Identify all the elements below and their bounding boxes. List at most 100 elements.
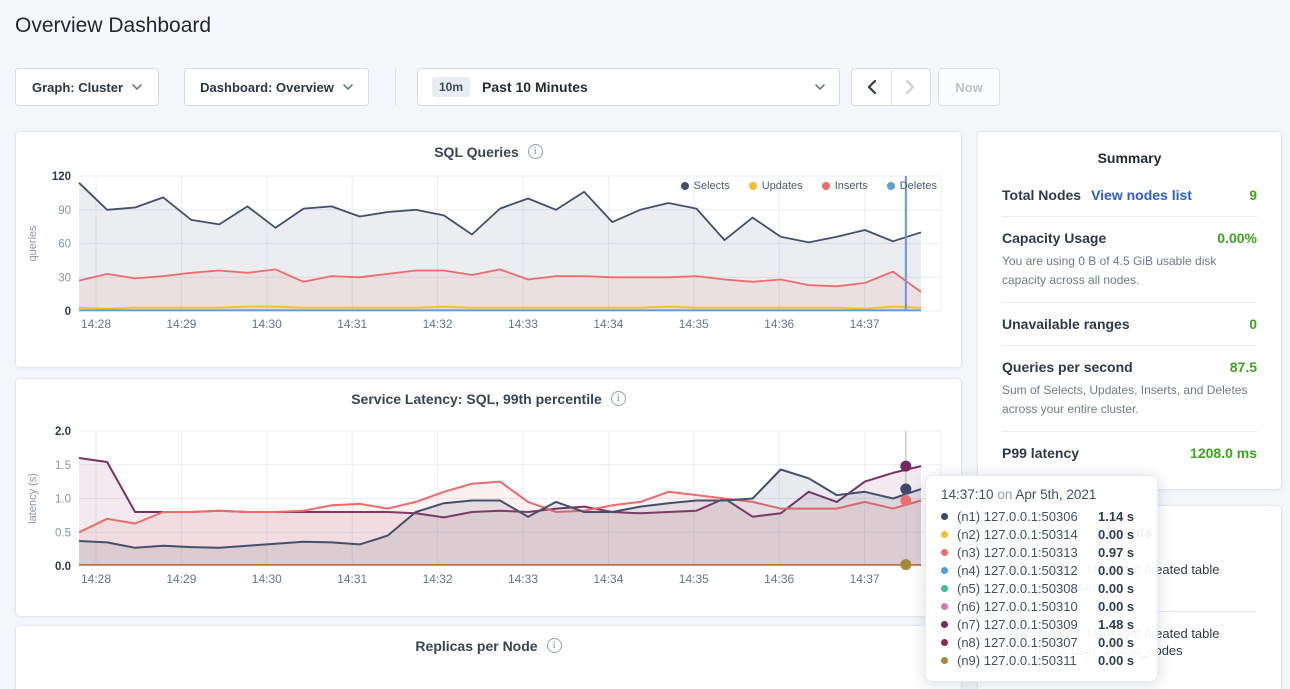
chevron-right-icon xyxy=(906,80,915,94)
summary-value: 9 xyxy=(1249,187,1257,203)
node-color-dot-icon xyxy=(941,531,948,538)
chevron-down-icon xyxy=(343,84,353,90)
tooltip-node-value: 0.97 s xyxy=(1098,545,1134,560)
svg-text:14:37: 14:37 xyxy=(850,317,880,331)
tooltip-node-label: (n5) 127.0.0.1:50308 xyxy=(957,581,1098,596)
svg-text:14:28: 14:28 xyxy=(81,572,111,586)
legend-dot-icon xyxy=(887,182,895,190)
tooltip-row: (n3) 127.0.0.1:50313 0.97 s xyxy=(941,543,1142,561)
svg-text:90: 90 xyxy=(58,205,71,217)
time-range-badge: 10m xyxy=(432,77,470,97)
tooltip-node-label: (n6) 127.0.0.1:50310 xyxy=(957,599,1098,614)
node-color-dot-icon xyxy=(941,639,948,646)
tooltip-on: on xyxy=(997,487,1012,502)
chart-title: Replicas per Node xyxy=(415,638,537,654)
info-icon[interactable]: i xyxy=(528,144,543,159)
chart-legend: Selects Updates Inserts Deletes xyxy=(681,180,937,192)
svg-text:14:29: 14:29 xyxy=(166,572,196,586)
tooltip-node-value: 1.48 s xyxy=(1098,617,1134,632)
legend-item: Selects xyxy=(681,180,730,192)
node-color-dot-icon xyxy=(941,603,948,610)
svg-text:60: 60 xyxy=(58,239,71,251)
tooltip-node-value: 0.00 s xyxy=(1098,581,1134,596)
now-button-disabled[interactable]: Now xyxy=(938,68,1000,106)
svg-text:1.5: 1.5 xyxy=(55,460,71,472)
legend-dot-icon xyxy=(681,182,689,190)
legend-dot-icon xyxy=(822,182,830,190)
tooltip-time: 14:37:10 xyxy=(941,487,994,502)
graph-dropdown[interactable]: Graph: Cluster xyxy=(15,68,159,106)
tooltip-row: (n9) 127.0.0.1:50311 0.00 s xyxy=(941,651,1142,669)
svg-text:14:31: 14:31 xyxy=(337,317,367,331)
legend-item: Inserts xyxy=(822,180,868,192)
svg-text:120: 120 xyxy=(52,171,71,183)
tooltip-node-value: 0.00 s xyxy=(1098,653,1134,668)
svg-text:14:32: 14:32 xyxy=(423,572,453,586)
service-latency-chart[interactable]: 0.00.51.01.52.014:2814:2914:3014:3114:32… xyxy=(16,419,963,599)
info-icon[interactable]: i xyxy=(611,391,626,406)
svg-text:14:37: 14:37 xyxy=(850,572,880,586)
tooltip-row: (n2) 127.0.0.1:50314 0.00 s xyxy=(941,525,1142,543)
svg-text:14:34: 14:34 xyxy=(593,572,623,586)
summary-title: Summary xyxy=(1002,132,1257,174)
node-color-dot-icon xyxy=(941,585,948,592)
svg-text:14:34: 14:34 xyxy=(593,317,623,331)
tooltip-date: Apr 5th, 2021 xyxy=(1015,487,1096,502)
chevron-down-icon xyxy=(815,84,825,90)
svg-text:14:31: 14:31 xyxy=(337,572,367,586)
graph-dropdown-label: Graph: Cluster xyxy=(32,80,123,95)
summary-label: Queries per second xyxy=(1002,359,1133,375)
node-color-dot-icon xyxy=(941,657,948,664)
tooltip-node-label: (n4) 127.0.0.1:50312 xyxy=(957,563,1098,578)
legend-label: Updates xyxy=(762,180,803,192)
tooltip-node-value: 0.00 s xyxy=(1098,635,1134,650)
svg-text:0.0: 0.0 xyxy=(55,561,71,573)
replicas-per-node-card: Replicas per Node i xyxy=(15,625,962,689)
time-back-button[interactable] xyxy=(852,69,891,105)
svg-text:14:28: 14:28 xyxy=(81,317,111,331)
chart-title: Service Latency: SQL, 99th percentile xyxy=(351,391,602,407)
time-range-dropdown[interactable]: 10m Past 10 Minutes xyxy=(417,68,840,106)
summary-description: Sum of Selects, Updates, Inserts, and De… xyxy=(1002,381,1257,418)
chart-title: SQL Queries xyxy=(434,144,519,160)
summary-row: Total Nodes View nodes list 9 xyxy=(1002,174,1257,217)
tooltip-node-value: 1.14 s xyxy=(1098,509,1134,524)
time-step-buttons xyxy=(851,68,931,106)
summary-description: You are using 0 B of 4.5 GiB usable disk… xyxy=(1002,252,1257,289)
legend-label: Selects xyxy=(694,180,730,192)
svg-text:14:35: 14:35 xyxy=(679,317,709,331)
page-title: Overview Dashboard xyxy=(15,14,211,38)
svg-text:14:35: 14:35 xyxy=(679,572,709,586)
tooltip-timestamp: 14:37:10 on Apr 5th, 2021 xyxy=(941,487,1142,502)
sql-queries-card: SQL Queries i Selects Updates Inserts xyxy=(15,131,962,368)
summary-value: 1208.0 ms xyxy=(1190,445,1257,461)
svg-text:14:30: 14:30 xyxy=(252,317,282,331)
dashboard-dropdown[interactable]: Dashboard: Overview xyxy=(184,68,369,106)
tooltip-row: (n8) 127.0.0.1:50307 0.00 s xyxy=(941,633,1142,651)
legend-dot-icon xyxy=(749,182,757,190)
svg-text:1.0: 1.0 xyxy=(55,494,71,506)
node-color-dot-icon xyxy=(941,621,948,628)
svg-text:2.0: 2.0 xyxy=(55,426,71,438)
tooltip-node-label: (n7) 127.0.0.1:50309 xyxy=(957,617,1098,632)
svg-text:30: 30 xyxy=(58,272,71,284)
summary-label: Unavailable ranges xyxy=(1002,316,1130,332)
summary-card: Summary Total Nodes View nodes list 9 Ca… xyxy=(977,131,1282,490)
overview-dashboard-page: Overview Dashboard Graph: Cluster Dashbo… xyxy=(0,0,1290,689)
summary-rows: Total Nodes View nodes list 9 Capacity U… xyxy=(1002,174,1257,474)
tooltip-node-value: 0.00 s xyxy=(1098,527,1134,542)
legend-item: Deletes xyxy=(887,180,937,192)
summary-label: Total Nodes xyxy=(1002,187,1081,203)
summary-value: 87.5 xyxy=(1230,359,1257,375)
tooltip-node-label: (n3) 127.0.0.1:50313 xyxy=(957,545,1098,560)
toolbar: Graph: Cluster Dashboard: Overview 10m P… xyxy=(15,68,1275,106)
time-forward-button-disabled[interactable] xyxy=(891,69,930,105)
info-icon[interactable]: i xyxy=(547,638,562,653)
svg-text:14:36: 14:36 xyxy=(764,572,794,586)
svg-text:14:32: 14:32 xyxy=(423,317,453,331)
legend-label: Deletes xyxy=(900,180,937,192)
tooltip-row: (n5) 127.0.0.1:50308 0.00 s xyxy=(941,579,1142,597)
service-latency-card: Service Latency: SQL, 99th percentile i … xyxy=(15,378,962,617)
view-nodes-link[interactable]: View nodes list xyxy=(1091,187,1192,203)
toolbar-divider xyxy=(395,68,396,106)
